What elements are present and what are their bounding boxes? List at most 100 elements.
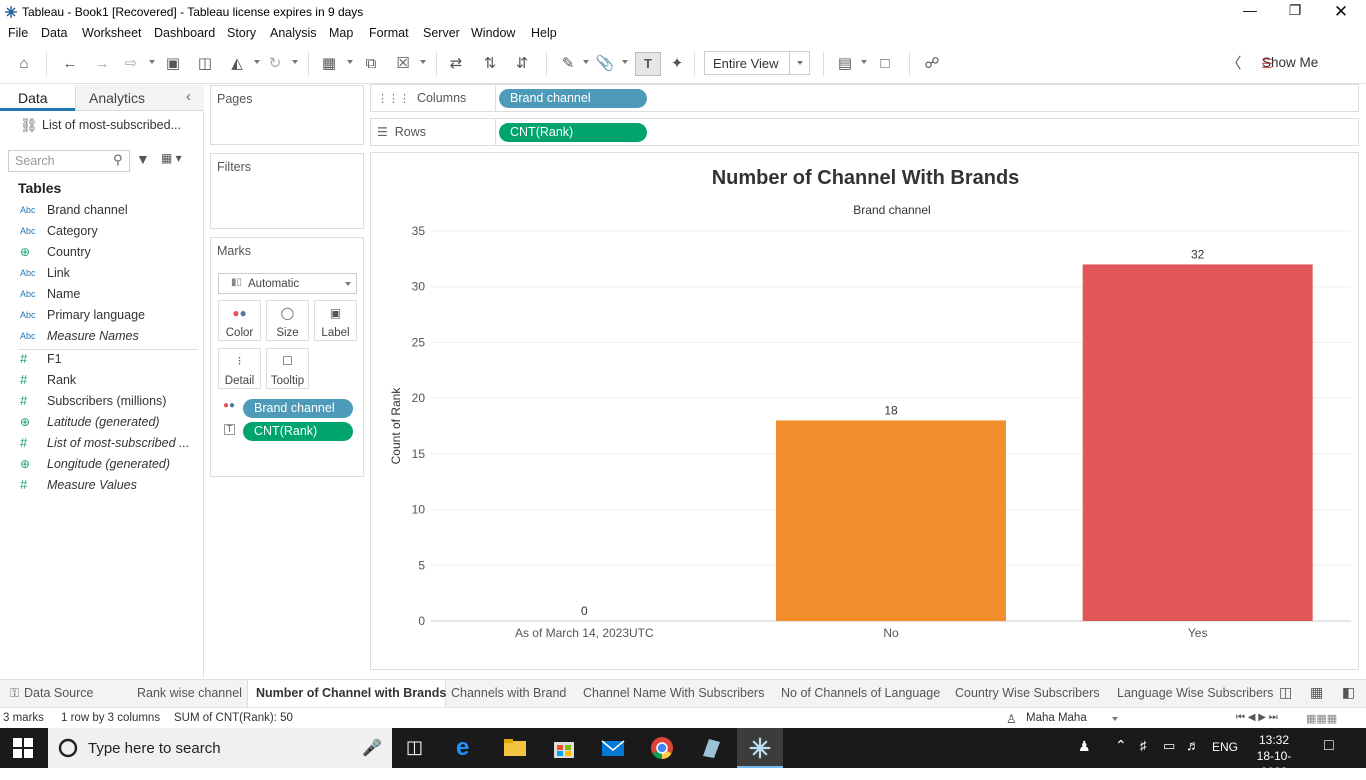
field-item[interactable]: ⊕ Country [0, 243, 200, 264]
close-button[interactable]: ✕ [1326, 2, 1356, 22]
show-mark-labels-icon[interactable]: T [635, 52, 661, 76]
sheet-sorter-icon[interactable]: ▦▦▦ [1306, 712, 1337, 725]
field-item[interactable]: Abc Primary language [0, 306, 200, 327]
share-icon[interactable]: ☍ [922, 54, 942, 74]
tooltip-button[interactable]: ☐ Tooltip [266, 348, 309, 389]
color-button[interactable]: ●● Color [218, 300, 261, 341]
tab-number-of-channel-with-brands[interactable]: Number of Channel with Brands [247, 680, 446, 708]
mark-type-dropdown[interactable]: ▮▯ Automatic [218, 273, 357, 294]
marks-pill-brand-channel[interactable]: Brand channel [243, 399, 353, 418]
field-item[interactable]: Abc Name [0, 285, 200, 306]
field-item[interactable]: Abc Brand channel [0, 201, 200, 222]
fix-axes-icon[interactable]: ✦ [667, 54, 687, 74]
new-story-tab-icon[interactable]: ◧ [1342, 684, 1355, 701]
show-cards-icon[interactable]: ▤ [835, 54, 855, 74]
menu-server[interactable]: Server [423, 26, 460, 40]
fit-dropdown[interactable]: Entire View [704, 51, 810, 75]
field-item[interactable]: # List of most-subscribed ... [0, 434, 200, 455]
pause-updates-icon[interactable]: ◭ [227, 54, 247, 74]
taskbar-search-input[interactable]: Type here to search 🎤 [48, 728, 392, 768]
search-input[interactable]: Search ⚲ [8, 150, 130, 172]
menu-worksheet[interactable]: Worksheet [82, 26, 142, 40]
menu-dashboard[interactable]: Dashboard [154, 26, 215, 40]
notifications-icon[interactable]: □ [1324, 737, 1334, 755]
field-item[interactable]: # Measure Values [0, 476, 200, 497]
field-item[interactable]: # Rank [0, 371, 200, 392]
field-item[interactable]: Abc Category [0, 222, 200, 243]
tab-language-wise-subscribers[interactable]: Language Wise Subscribers [1117, 680, 1273, 708]
tableau-prep-icon[interactable] [699, 736, 723, 760]
network-icon[interactable]: ♯ [1140, 738, 1147, 753]
chevron-up-icon[interactable]: ⌃ [1115, 737, 1127, 754]
file-explorer-icon[interactable] [503, 736, 527, 760]
new-datasource-icon[interactable]: ◫ [195, 54, 215, 74]
columns-shelf[interactable]: ⋮⋮⋮ Columns Brand channel [370, 84, 1359, 112]
status-user[interactable]: Maha Maha [1026, 712, 1087, 724]
edge-icon[interactable]: e [456, 734, 469, 762]
tab-analytics[interactable]: Analytics ‹ [75, 85, 204, 111]
duplicate-sheet-icon[interactable]: ⧉ [361, 54, 381, 74]
task-view-icon[interactable]: ◫ [406, 737, 423, 758]
tab-channel-name-with-subscribers[interactable]: Channel Name With Subscribers [583, 680, 764, 708]
field-item[interactable]: # F1 [0, 350, 200, 371]
tab-channels-with-brand[interactable]: Channels with Brand [451, 680, 566, 708]
undo-icon[interactable]: ← [60, 54, 80, 74]
new-worksheet-tab-icon[interactable]: ◫ [1279, 684, 1292, 701]
menu-format[interactable]: Format [369, 26, 409, 40]
field-item[interactable]: ⊕ Longitude (generated) [0, 455, 200, 476]
tab-data-source[interactable]: Data Source [24, 680, 93, 708]
highlight-icon[interactable]: ✎ [558, 54, 578, 74]
clear-sheet-icon[interactable]: ☒ [393, 54, 413, 74]
people-icon[interactable]: ♟ [1078, 738, 1091, 755]
field-item[interactable]: Abc Measure Names [0, 327, 200, 348]
group-members-icon[interactable]: 📎 [595, 54, 615, 74]
redo-icon[interactable]: → [92, 54, 112, 74]
new-dashboard-tab-icon[interactable]: ▦ [1310, 684, 1323, 701]
filters-card[interactable]: Filters [210, 153, 364, 229]
field-item[interactable]: # Subscribers (millions) [0, 392, 200, 413]
tab-rank-wise-channel[interactable]: Rank wise channel [137, 680, 242, 708]
datasource-name[interactable]: List of most-subscribed... [42, 118, 181, 132]
microphone-icon[interactable]: 🎤 [362, 738, 382, 758]
detail-button[interactable]: ⁝ Detail [218, 348, 261, 389]
tab-no-of-channels-of-language[interactable]: No of Channels of Language [781, 680, 940, 708]
tab-data[interactable]: Data [0, 85, 75, 111]
battery-icon[interactable]: ▭ [1163, 738, 1175, 754]
presentation-mode-icon[interactable]: □ [875, 54, 895, 74]
volume-icon[interactable]: ♬ [1186, 737, 1200, 753]
tab-country-wise-subscribers[interactable]: Country Wise Subscribers [955, 680, 1100, 708]
sheet-nav-icon[interactable]: ⏮ ◀ ▶ ⏭ [1236, 712, 1278, 723]
store-icon[interactable] [552, 736, 576, 760]
clock[interactable]: 13:32 18-10-2023 [1245, 732, 1303, 780]
rows-pill[interactable]: CNT(Rank) [499, 123, 647, 142]
menu-help[interactable]: Help [531, 26, 557, 40]
menu-file[interactable]: File [8, 26, 28, 40]
language-indicator[interactable]: ENG [1212, 740, 1238, 754]
restore-button[interactable]: ❐ [1280, 2, 1310, 22]
home-icon[interactable]: ⌂ [14, 54, 34, 74]
menu-window[interactable]: Window [471, 26, 515, 40]
sort-descending-icon[interactable]: ⇵ [512, 54, 532, 74]
field-item[interactable]: ⊕ Latitude (generated) [0, 413, 200, 434]
marks-pill-cnt-rank[interactable]: CNT(Rank) [243, 422, 353, 441]
pages-card[interactable]: Pages [210, 85, 364, 145]
label-button[interactable]: ▣ Label [314, 300, 357, 341]
sort-ascending-icon[interactable]: ⇅ [480, 54, 500, 74]
minimize-button[interactable]: — [1235, 2, 1265, 22]
menu-analysis[interactable]: Analysis [270, 26, 317, 40]
size-button[interactable]: ◯ Size [266, 300, 309, 341]
menu-story[interactable]: Story [227, 26, 256, 40]
view-options-icon[interactable]: ▦ ▾ [161, 151, 182, 165]
columns-pill[interactable]: Brand channel [499, 89, 647, 108]
chrome-icon[interactable] [650, 736, 674, 760]
windows-start-icon[interactable] [13, 738, 33, 758]
tableau-taskbar-button[interactable] [737, 728, 783, 768]
show-me-button[interactable]: Show Me [1262, 55, 1318, 70]
swap-rows-columns-icon[interactable]: ⇄ [446, 54, 466, 74]
menu-map[interactable]: Map [329, 26, 353, 40]
menu-data[interactable]: Data [41, 26, 67, 40]
format-painter-icon[interactable]: 〈 [1224, 54, 1244, 74]
mail-icon[interactable] [601, 736, 625, 760]
new-worksheet-icon[interactable]: ▦ [319, 54, 339, 74]
save-icon[interactable]: ▣ [163, 54, 183, 74]
